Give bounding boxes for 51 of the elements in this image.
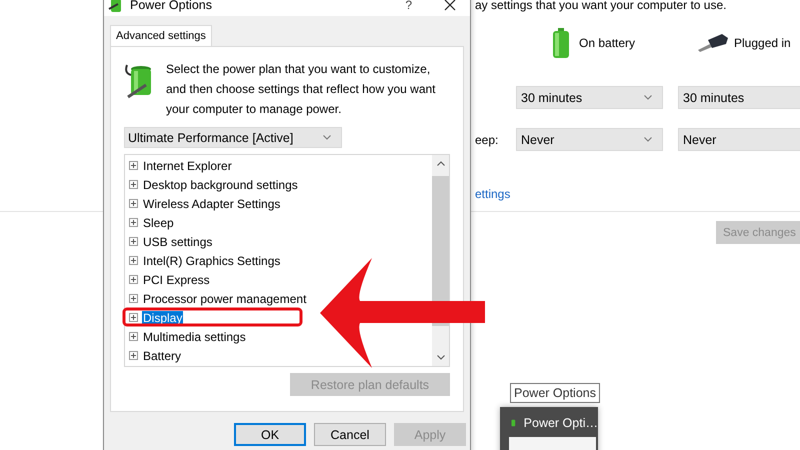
tree-item[interactable]: Internet Explorer bbox=[142, 158, 233, 172]
power-plan-icon bbox=[124, 63, 154, 99]
scroll-up-icon[interactable] bbox=[436, 161, 444, 166]
setting-dropdown[interactable]: Never bbox=[678, 128, 800, 151]
taskbar-thumbnail[interactable]: Power Opti… bbox=[500, 407, 598, 450]
tree-item[interactable]: Desktop background settings bbox=[142, 178, 299, 192]
tooltip: Power Options bbox=[510, 383, 600, 403]
chevron-down-icon bbox=[644, 95, 652, 100]
tree-item[interactable]: Wireless Adapter Settings bbox=[142, 196, 282, 210]
tree-item[interactable]: Battery bbox=[142, 348, 182, 362]
window-title: Power Options bbox=[130, 0, 213, 12]
tree-item[interactable]: Multimedia settings bbox=[142, 330, 247, 344]
dialog-button[interactable]: OK bbox=[234, 423, 306, 446]
expand-icon[interactable] bbox=[129, 275, 138, 284]
tree-item[interactable]: Intel(R) Graphics Settings bbox=[142, 254, 282, 268]
column-label: Plugged in bbox=[734, 36, 791, 50]
tab[interactable]: Advanced settings bbox=[110, 25, 212, 46]
thumbnail-title: Power Opti… bbox=[524, 416, 598, 430]
tree-item[interactable]: Processor power management bbox=[142, 292, 308, 306]
close-icon[interactable] bbox=[444, 0, 456, 11]
tree-item[interactable]: USB settings bbox=[142, 234, 214, 248]
column-label: On battery bbox=[579, 36, 636, 50]
setting-dropdown[interactable]: Never bbox=[516, 128, 663, 151]
expand-icon[interactable] bbox=[129, 218, 138, 227]
tree-item[interactable]: Sleep bbox=[142, 216, 175, 230]
row-label: eep: bbox=[475, 132, 498, 146]
description-text: Select the power plan that you want to customize, and then choose settings that reflect how you want your computer to manage power. bbox=[166, 61, 437, 118]
expand-icon[interactable] bbox=[129, 332, 138, 341]
expand-icon[interactable] bbox=[129, 161, 138, 170]
expand-icon[interactable] bbox=[129, 180, 138, 189]
plan-dropdown[interactable]: Ultimate Performance [Active] bbox=[124, 127, 342, 148]
expand-icon[interactable] bbox=[129, 351, 138, 360]
power-options-icon bbox=[108, 0, 124, 13]
expand-icon[interactable] bbox=[129, 237, 138, 246]
plug-icon bbox=[698, 34, 728, 52]
tree-item[interactable]: Display bbox=[142, 310, 184, 324]
tree-item[interactable]: PCI Express bbox=[142, 272, 211, 286]
expand-icon[interactable] bbox=[129, 294, 138, 303]
dialog-button[interactable]: Cancel bbox=[314, 423, 386, 446]
chevron-down-icon bbox=[323, 135, 331, 140]
expand-icon[interactable] bbox=[129, 313, 138, 322]
chevron-down-icon bbox=[644, 137, 652, 142]
help-button[interactable]: ? bbox=[405, 0, 412, 12]
setting-dropdown[interactable]: 30 minutes bbox=[678, 86, 800, 109]
setting-dropdown[interactable]: 30 minutes bbox=[516, 86, 663, 109]
scroll-down-icon[interactable] bbox=[436, 355, 444, 360]
expand-icon[interactable] bbox=[129, 199, 138, 208]
expand-icon[interactable] bbox=[129, 256, 138, 265]
battery-icon bbox=[553, 28, 569, 58]
instruction-text: ay settings that you want your computer to use. bbox=[475, 0, 728, 12]
settings-link[interactable]: ettings bbox=[475, 187, 510, 201]
